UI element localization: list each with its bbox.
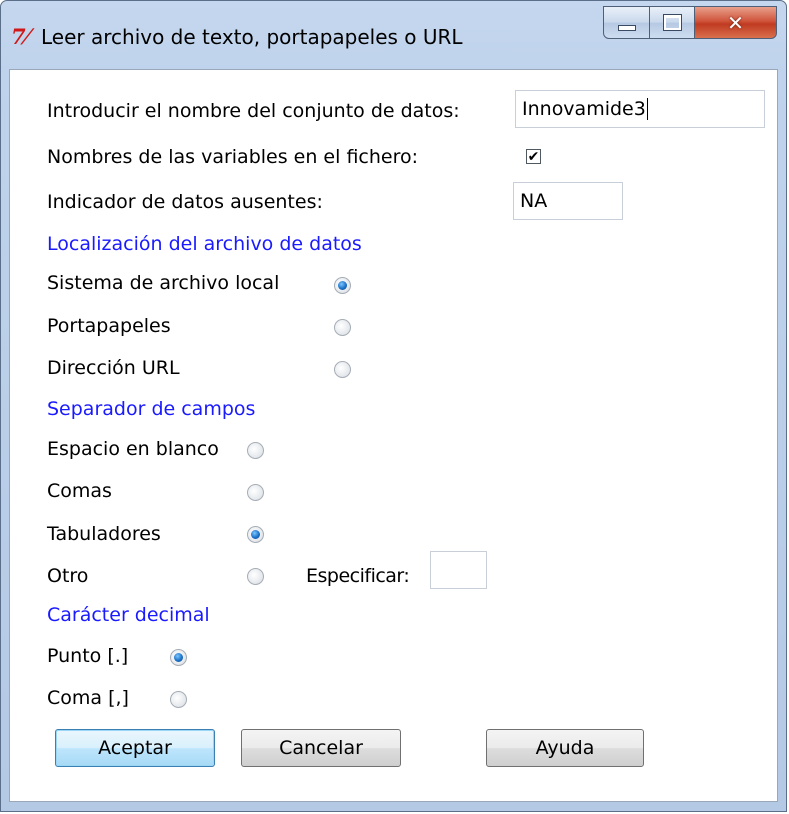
location-section-title: Localización del archivo de datos xyxy=(47,233,362,255)
separator-tabs-radio[interactable] xyxy=(247,526,264,543)
location-local-radio[interactable] xyxy=(334,277,351,294)
decimal-option-point-label: Punto [.] xyxy=(47,645,129,667)
minimize-button[interactable] xyxy=(603,6,650,39)
maximize-icon xyxy=(662,14,682,31)
decimal-option-comma-label: Coma [,] xyxy=(47,687,129,709)
separator-option-commas-label: Comas xyxy=(47,480,112,502)
window-controls: ✕ xyxy=(603,6,777,39)
variable-names-checkbox[interactable]: ✔ xyxy=(526,149,541,164)
location-option-url-label: Dirección URL xyxy=(47,357,180,379)
dataset-name-value: Innovamide3 xyxy=(522,98,646,120)
decimal-section-title: Carácter decimal xyxy=(47,604,210,626)
cancel-button[interactable]: Cancelar xyxy=(241,729,401,767)
title-bar[interactable]: 7⁄ Leer archivo de texto, portapapeles o… xyxy=(1,1,786,69)
maximize-button[interactable] xyxy=(650,6,695,39)
separator-section-title: Separador de campos xyxy=(47,398,256,420)
close-button[interactable]: ✕ xyxy=(695,6,777,39)
separator-whitespace-radio[interactable] xyxy=(247,442,264,459)
checkmark-icon: ✔ xyxy=(527,148,540,165)
dialog-body: Introducir el nombre del conjunto de dat… xyxy=(9,69,778,802)
location-url-radio[interactable] xyxy=(334,361,351,378)
missing-indicator-label: Indicador de datos ausentes: xyxy=(47,191,323,213)
dialog-window: 7⁄ Leer archivo de texto, portapapeles o… xyxy=(0,0,787,812)
text-caret xyxy=(646,98,648,120)
separator-other-radio[interactable] xyxy=(247,568,264,585)
ok-button[interactable]: Aceptar xyxy=(55,729,215,767)
location-clipboard-radio[interactable] xyxy=(334,319,351,336)
tk-feather-icon: 7⁄ xyxy=(11,24,30,49)
help-button[interactable]: Ayuda xyxy=(486,729,644,767)
minimize-icon xyxy=(617,24,636,31)
window-title: Leer archivo de texto, portapapeles o UR… xyxy=(41,25,463,49)
missing-indicator-input[interactable]: NA xyxy=(513,182,623,220)
missing-indicator-value: NA xyxy=(520,190,548,212)
specify-separator-input[interactable] xyxy=(430,551,487,589)
dataset-name-input[interactable]: Innovamide3 xyxy=(515,90,765,128)
decimal-comma-radio[interactable] xyxy=(170,691,187,708)
dataset-name-label: Introducir el nombre del conjunto de dat… xyxy=(47,100,460,122)
separator-option-tabs-label: Tabuladores xyxy=(47,523,161,545)
separator-option-other-label: Otro xyxy=(47,565,89,587)
close-icon: ✕ xyxy=(727,10,744,35)
location-option-local-label: Sistema de archivo local xyxy=(47,272,280,294)
location-option-clipboard-label: Portapapeles xyxy=(47,315,171,337)
specify-label: Especificar: xyxy=(306,565,410,587)
separator-commas-radio[interactable] xyxy=(247,484,264,501)
separator-option-whitespace-label: Espacio en blanco xyxy=(47,438,219,460)
variable-names-label: Nombres de las variables en el fichero: xyxy=(47,146,419,168)
decimal-point-radio[interactable] xyxy=(170,649,187,666)
